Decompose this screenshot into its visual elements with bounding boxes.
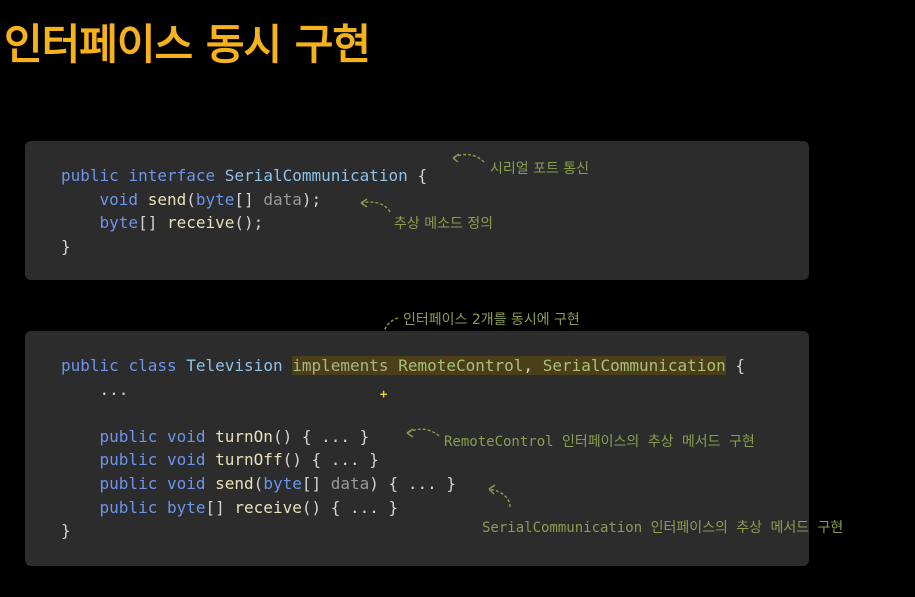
annotation-remote-impl: RemoteControl 인터페이스의 추상 메서드 구현	[444, 434, 755, 450]
array-brackets: []	[205, 497, 235, 517]
code-line: public byte[] receive() { ... }	[61, 496, 745, 520]
open-brace: {	[725, 356, 745, 375]
keyword-byte: byte	[99, 213, 139, 233]
method-name-receive: receive	[166, 213, 235, 233]
code-line: public interface SerialCommunication {	[61, 164, 427, 188]
paren-open: (	[253, 473, 264, 493]
paren-open: (	[186, 189, 196, 209]
crosshair-cursor-icon: +	[380, 387, 388, 401]
method-name-receive: receive	[234, 497, 302, 517]
array-brackets: []	[234, 189, 264, 209]
keyword-class: class	[128, 356, 177, 375]
keyword-implements: implements	[292, 356, 389, 375]
comma: ,	[523, 356, 543, 375]
code-line: public void send(byte[] data) { ... }	[61, 472, 745, 496]
annotation-serial-impl: SerialCommunication 인터페이스의 추상 메서드 구현	[482, 520, 844, 536]
method-name-turnoff: turnOff	[215, 450, 283, 470]
page-title: 인터페이스 동시 구현	[4, 20, 371, 69]
code-line: ...	[61, 378, 745, 402]
interface-serial-communication: SerialCommunication	[542, 356, 726, 375]
method-name-send: send	[215, 473, 254, 493]
method-name-send: send	[147, 189, 187, 209]
keyword-byte: byte	[263, 473, 302, 493]
class-name: Television	[186, 356, 283, 375]
keyword-byte: byte	[166, 497, 206, 517]
keyword-void: void	[99, 189, 139, 209]
close-brace: }	[61, 236, 71, 256]
annotation-implements-two: 인터페이스 2개를 동시에 구현	[403, 312, 580, 328]
curved-dashed-arrow-icon	[406, 428, 440, 438]
method-body: ) { ... }	[369, 473, 456, 493]
keyword-public: public	[99, 426, 158, 446]
code-line: public void turnOff() { ... }	[61, 448, 745, 472]
param-data: data	[330, 473, 370, 493]
paren-close: );	[301, 189, 322, 209]
keyword-public: public	[99, 497, 158, 517]
keyword-public: public	[61, 356, 119, 375]
curved-dashed-arrow-icon	[452, 153, 485, 163]
open-brace: {	[407, 166, 428, 185]
method-name-turnon: turnOn	[215, 426, 273, 446]
interface-code-block: public interface SerialCommunication { v…	[25, 141, 809, 280]
interface-remote-control: RemoteControl	[398, 356, 524, 375]
method-body: () { ... }	[272, 426, 370, 446]
keyword-public: public	[99, 450, 158, 470]
keyword-byte: byte	[195, 189, 235, 209]
method-body: () { ... }	[282, 450, 379, 470]
annotation-serial-port: 시리얼 포트 통신	[490, 161, 590, 177]
array-brackets: []	[138, 213, 167, 233]
param-data: data	[263, 189, 302, 209]
curved-dashed-arrow-icon	[488, 484, 511, 508]
curved-dashed-arrow-icon	[360, 198, 391, 213]
keyword-void: void	[166, 450, 206, 470]
keyword-public: public	[99, 473, 158, 493]
keyword-void: void	[166, 426, 206, 446]
keyword-interface: interface	[128, 166, 216, 185]
paren-close: ();	[234, 213, 264, 233]
code-line: }	[61, 235, 427, 259]
code-line: public class Television implements Remot…	[61, 354, 745, 378]
annotation-abstract-methods: 추상 메소드 정의	[394, 216, 494, 232]
close-brace: }	[61, 521, 71, 541]
keyword-void: void	[166, 473, 206, 493]
method-body: () { ... }	[301, 497, 399, 517]
interface-name: SerialCommunication	[224, 166, 408, 185]
implements-highlight: implements RemoteControl, SerialCommunic…	[292, 356, 726, 375]
array-brackets: []	[301, 473, 331, 493]
ellipsis: ...	[61, 379, 129, 399]
keyword-public: public	[61, 166, 119, 185]
